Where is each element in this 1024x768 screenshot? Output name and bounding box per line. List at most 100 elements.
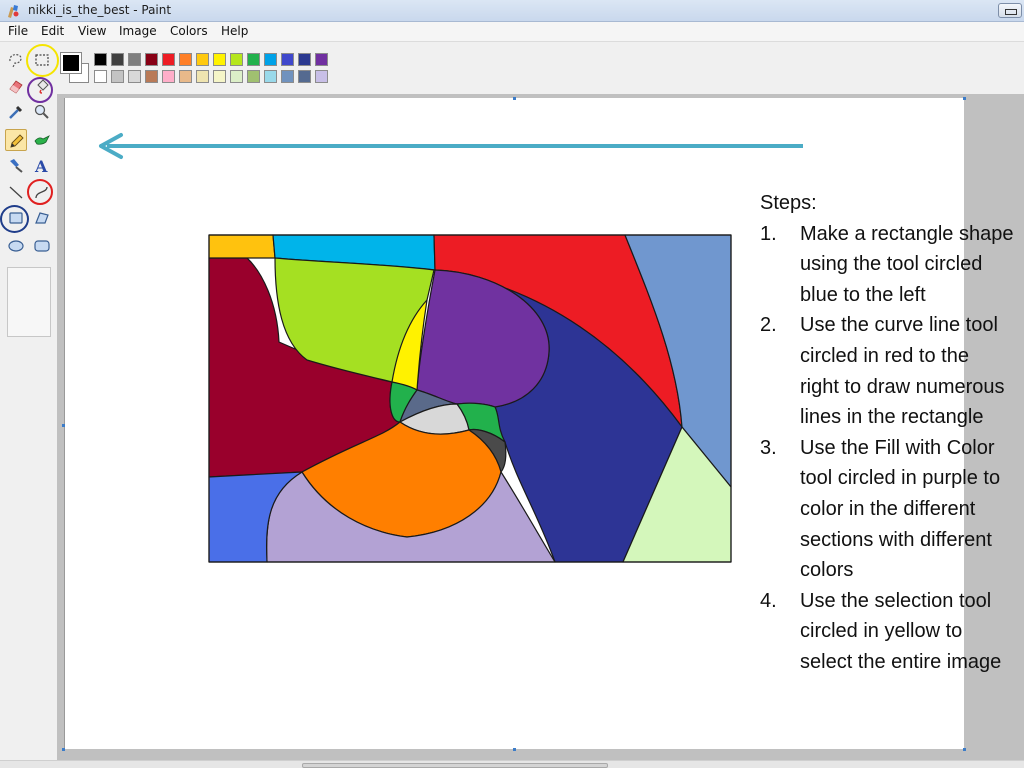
- left-arrow: [99, 133, 803, 159]
- color-swatch[interactable]: [162, 70, 175, 83]
- color-swatch[interactable]: [264, 70, 277, 83]
- color-swatch[interactable]: [111, 70, 124, 83]
- restore-button[interactable]: [998, 3, 1022, 18]
- polygon-tool[interactable]: [31, 207, 53, 229]
- step-item: 3. Use the Fill with Color tool circled in…: [760, 433, 1024, 586]
- line-tool[interactable]: [5, 181, 27, 203]
- magnifier-icon: [34, 104, 49, 119]
- color-swatch[interactable]: [281, 53, 294, 66]
- foreground-color[interactable]: [60, 52, 82, 74]
- step-text-line: Use the selection tool: [800, 589, 992, 612]
- menu-colors[interactable]: Colors: [170, 24, 208, 38]
- menu-file[interactable]: File: [8, 24, 28, 38]
- free-form-select-tool[interactable]: [5, 49, 27, 71]
- select-tool[interactable]: [31, 49, 53, 71]
- color-swatch[interactable]: [128, 70, 141, 83]
- ellipse-tool[interactable]: [5, 235, 27, 257]
- airbrush-tool[interactable]: [5, 155, 27, 177]
- color-swatch[interactable]: [298, 53, 311, 66]
- resize-handle-top[interactable]: [513, 97, 516, 100]
- step-number: 2.: [760, 314, 777, 337]
- eraser-icon: [9, 80, 23, 94]
- menu-help[interactable]: Help: [221, 24, 248, 38]
- step-text-line: circled in yellow to: [800, 620, 963, 643]
- eraser-tool[interactable]: [5, 75, 27, 97]
- pencil-icon: [10, 134, 24, 148]
- resize-handle-bottom-right[interactable]: [963, 748, 966, 751]
- paint-app-icon: [8, 5, 19, 18]
- svg-text:A: A: [34, 157, 48, 175]
- color-swatch[interactable]: [230, 53, 243, 66]
- color-swatch[interactable]: [281, 70, 294, 83]
- color-swatch[interactable]: [315, 70, 328, 83]
- current-colors[interactable]: [60, 52, 89, 83]
- fill-with-color-tool[interactable]: [31, 75, 53, 97]
- stained-glass-drawing: [208, 234, 732, 563]
- color-swatch[interactable]: [145, 70, 158, 83]
- color-swatch[interactable]: [179, 53, 192, 66]
- text-tool[interactable]: A: [31, 155, 53, 177]
- curve-icon: [35, 186, 48, 199]
- menu-view[interactable]: View: [78, 24, 106, 38]
- step-text-line: blue to the left: [800, 283, 926, 306]
- step-text-line: using the tool circled: [800, 253, 983, 276]
- toolbox: A: [0, 43, 59, 343]
- step-number: 1.: [760, 222, 777, 245]
- color-swatch[interactable]: [179, 70, 192, 83]
- rectangle-tool[interactable]: [5, 207, 27, 229]
- color-swatch[interactable]: [94, 53, 107, 66]
- color-swatch[interactable]: [213, 70, 226, 83]
- step-text-line: Use the curve line tool: [800, 314, 998, 337]
- color-swatch[interactable]: [111, 53, 124, 66]
- eyedropper-icon: [9, 105, 23, 119]
- step-text-line: circled in red to the: [800, 344, 969, 367]
- polygon-icon: [35, 212, 49, 224]
- instruction-steps: Steps: 1. Make a rectangle shape using the…: [760, 188, 1024, 688]
- color-swatch[interactable]: [298, 70, 311, 83]
- step-text-line: lines in the rectangle: [800, 406, 984, 429]
- text-a-icon: A: [34, 157, 48, 175]
- step-number: 3.: [760, 436, 777, 459]
- color-swatch[interactable]: [230, 70, 243, 83]
- resize-handle-top-right[interactable]: [963, 97, 966, 100]
- rounded-rectangle-tool[interactable]: [31, 235, 53, 257]
- brush-tool[interactable]: [31, 129, 53, 151]
- window-title: nikki_is_the_best - Paint: [28, 3, 172, 17]
- color-swatch[interactable]: [213, 53, 226, 66]
- curve-tool[interactable]: [31, 181, 53, 203]
- steps-title: Steps:: [760, 192, 817, 214]
- resize-handle-left[interactable]: [62, 424, 65, 427]
- step-text-line: tool circled in purple to: [800, 467, 1001, 490]
- menu-image[interactable]: Image: [119, 24, 157, 38]
- color-swatch[interactable]: [247, 70, 260, 83]
- steps-list: 1. Make a rectangle shape using the tool c…: [760, 219, 1024, 678]
- resize-handle-bottom[interactable]: [513, 748, 516, 751]
- resize-handle-bottom-left[interactable]: [62, 748, 65, 751]
- color-swatch[interactable]: [315, 53, 328, 66]
- step-text-line: Use the Fill with Color: [800, 436, 995, 459]
- step-text-line: colors: [800, 559, 854, 582]
- pick-color-tool[interactable]: [5, 101, 27, 123]
- magnifier-tool[interactable]: [31, 101, 53, 123]
- menu-edit[interactable]: Edit: [41, 24, 64, 38]
- airbrush-icon: [10, 159, 23, 173]
- color-swatch[interactable]: [247, 53, 260, 66]
- rounded-rectangle-icon: [34, 240, 50, 252]
- tool-options-box[interactable]: [7, 267, 51, 337]
- free-form-select-icon: [9, 54, 22, 68]
- step-number: 4.: [760, 589, 777, 612]
- color-swatch[interactable]: [94, 70, 107, 83]
- pencil-tool[interactable]: [5, 129, 27, 151]
- color-swatch[interactable]: [196, 53, 209, 66]
- color-swatch[interactable]: [145, 53, 158, 66]
- color-swatch[interactable]: [196, 70, 209, 83]
- step-item: 2. Use the curve line tool circled in red …: [760, 310, 1024, 432]
- step-item: 1. Make a rectangle shape using the tool c…: [760, 219, 1024, 311]
- color-swatch[interactable]: [128, 53, 141, 66]
- region-yellow-orange: [208, 234, 276, 259]
- color-swatch[interactable]: [162, 53, 175, 66]
- color-swatch[interactable]: [264, 53, 277, 66]
- paint-bucket-icon: [37, 79, 49, 94]
- step-text-line: right to draw numerous: [800, 375, 1005, 398]
- horizontal-scrollbar[interactable]: [302, 763, 608, 768]
